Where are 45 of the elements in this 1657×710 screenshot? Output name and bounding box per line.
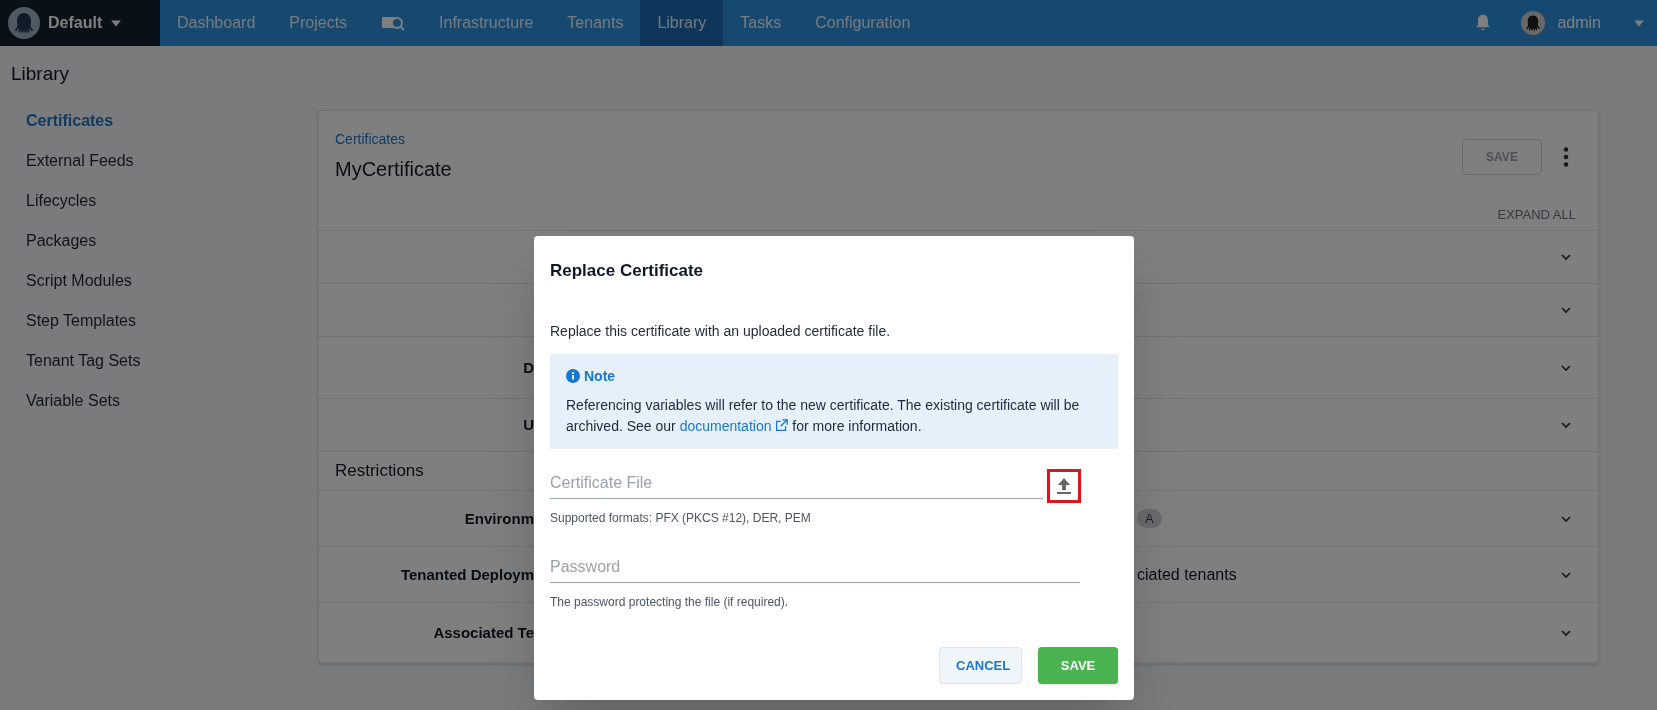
row-label: Tenanted Deploym [400,565,534,583]
sidebar-item[interactable]: Step Templates [26,310,318,332]
page-title: Library [11,63,70,84]
sidebar-item[interactable]: Certificates [26,110,318,132]
sidebar-item[interactable]: Tenant Tag Sets [26,350,318,372]
more-options-icon[interactable] [1562,147,1570,167]
helper-text: Supported formats: PFX (PKCS #12), DER, PEM [550,509,812,527]
nav-tab[interactable]: Configuration [798,0,928,46]
chip: A [1137,508,1162,529]
sidebar-item[interactable]: Lifecycles [26,190,318,212]
row-label: U [523,416,534,433]
user-menu[interactable]: admin [1521,11,1645,35]
row-label: Environm [464,509,534,527]
octopus-avatar-icon [8,7,40,39]
external-link-icon [775,418,789,432]
octopus-avatar-icon [1521,11,1546,35]
note-text: Referencing variables will refer to the new certificate. The existing certificate will be archived. See our documentation for more information. [566,395,1081,436]
password-field[interactable]: Password [550,552,1080,583]
nav-tab[interactable]: Tasks [723,0,799,46]
expand-all-button[interactable]: EXPAND ALL [1497,204,1576,224]
row-value: ciated tenants [1137,564,1237,585]
note-title: Note [584,366,616,386]
dialog-title: Replace Certificate [550,260,705,282]
upload-button[interactable] [1047,468,1081,503]
upload-icon [1056,476,1072,495]
breadcrumb-link[interactable]: Certificates [335,129,406,150]
sidebar-item[interactable]: Script Modules [26,270,318,292]
dialog-description: Replace this certificate with an uploaded certificate file. [550,321,892,341]
save-button[interactable]: SAVE [1038,647,1118,684]
certificate-file-field[interactable]: Certificate File [550,468,1043,499]
sidebar-item[interactable]: Variable Sets [26,390,318,412]
nav-tab[interactable]: Projects [272,0,365,46]
cancel-button[interactable]: CANCEL [939,647,1022,684]
sidebar-item[interactable]: Packages [26,230,318,252]
nav-tab[interactable]: Infrastructure [422,0,551,46]
helper-text: The password protecting the file (if required). [550,593,790,611]
nav-tab[interactable]: Dashboard [160,0,273,46]
row-label: D [523,358,534,376]
info-icon [566,369,580,383]
row-label: Associated Te [433,623,534,641]
sidebar-item[interactable]: External Feeds [26,150,318,172]
nav-tab[interactable]: Library [640,0,724,46]
section-heading: Restrictions [335,460,424,483]
documentation-link[interactable]: documentation [679,417,789,434]
card-title: MyCertificate [335,157,452,182]
